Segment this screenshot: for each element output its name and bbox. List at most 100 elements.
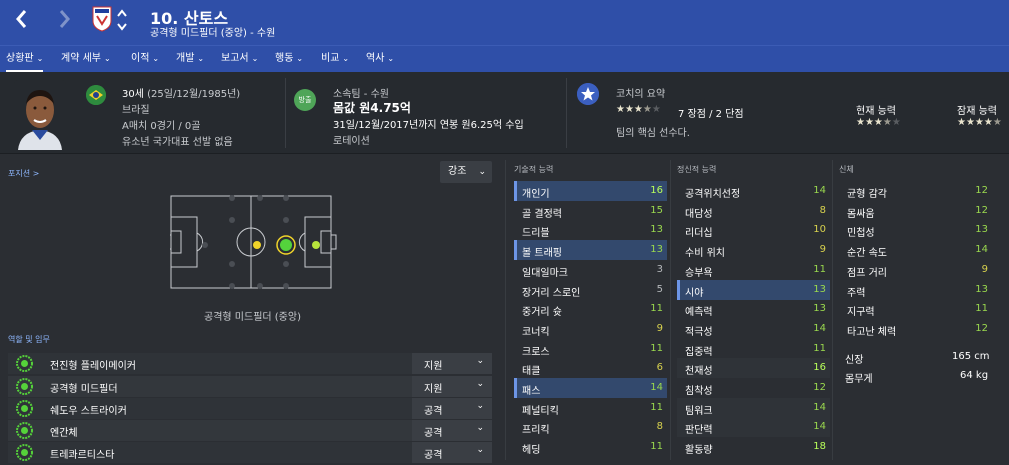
attribute-row[interactable]: 프리킥 8 — [514, 417, 667, 437]
attribute-name: 패스 — [522, 386, 541, 397]
position-section-link[interactable]: 포지션 > — [8, 168, 39, 179]
attribute-row[interactable]: 태클 6 — [514, 358, 667, 378]
attribute-name: 크로스 — [522, 346, 550, 358]
attribute-name: 일대일마크 — [522, 267, 568, 279]
attribute-name: 골 결정력 — [522, 208, 562, 220]
attribute-row[interactable]: 수비 위치 9 — [677, 240, 830, 260]
attribute-row[interactable]: 코너킥 9 — [514, 319, 667, 339]
coach-summary-text: 팀의 핵심 선수다. — [616, 128, 690, 139]
attribute-name: 활동량 — [685, 445, 713, 457]
role-row[interactable]: 전진형 플레이메이커 지원 ⌄ — [8, 353, 492, 374]
club-crest-icon[interactable] — [92, 6, 112, 32]
role-name: 엔간체 — [50, 428, 78, 439]
duty-value: 공격 — [424, 406, 443, 417]
attribute-value: 11 — [650, 342, 663, 354]
info-divider — [285, 78, 286, 148]
attribute-row[interactable]: 침착성 12 — [677, 378, 830, 398]
attribute-row[interactable]: 장거리 스로인 5 — [514, 280, 667, 300]
nationality: 브라질 — [122, 105, 150, 116]
attribute-row[interactable]: 중거리 슛 11 — [514, 299, 667, 319]
attribute-row[interactable]: 대담성 8 — [677, 201, 830, 221]
attribute-row[interactable]: 드리블 13 — [514, 220, 667, 240]
role-name: 쉐도우 스트라이커 — [50, 406, 127, 417]
role-row[interactable]: 쉐도우 스트라이커 공격 ⌄ — [8, 398, 492, 419]
tab-contract[interactable]: 계약 세부 ⌄ — [61, 46, 111, 73]
tab-label: 역사 — [366, 53, 385, 64]
attribute-value: 14 — [813, 322, 826, 334]
attribute-row[interactable]: 리더십 10 — [677, 220, 830, 240]
role-suitability-icon — [16, 422, 33, 439]
attribute-row[interactable]: 집중력 11 — [677, 339, 830, 359]
attribute-row[interactable]: 순간 속도 14 — [839, 240, 992, 260]
duty-dropdown[interactable]: 공격 ⌄ — [412, 420, 492, 441]
transfer-status-badge: 방출 — [294, 89, 316, 111]
attribute-row[interactable]: 주력 13 — [839, 280, 992, 300]
attribute-row[interactable]: 균형 감각 12 — [839, 181, 992, 201]
attribute-row[interactable]: 승부욕 11 — [677, 260, 830, 280]
highlight-dropdown[interactable]: 강조 ⌄ — [440, 161, 492, 183]
current-ability-label: 현재 능력 — [856, 106, 896, 117]
attribute-name: 공격위치선정 — [685, 189, 741, 200]
attribute-row[interactable]: 활동량 18 — [677, 437, 830, 457]
attribute-value: 14 — [813, 401, 826, 413]
attribute-value: 16 — [813, 362, 826, 374]
tab-compare[interactable]: 비교 ⌄ — [321, 46, 349, 73]
role-row[interactable]: 엔간체 공격 ⌄ — [8, 420, 492, 441]
forward-chevron-icon[interactable] — [58, 8, 78, 34]
attribute-row[interactable]: 볼 트래핑 13 — [514, 240, 667, 261]
duty-dropdown[interactable]: 공격 ⌄ — [412, 398, 492, 419]
attribute-row[interactable]: 몸싸움 12 — [839, 201, 992, 221]
youth-caps: 유소년 국가대표 선발 없음 — [122, 137, 233, 148]
attribute-value: 13 — [975, 224, 988, 236]
attribute-row[interactable]: 지구력 11 — [839, 299, 992, 319]
tab-actions[interactable]: 행동 ⌄ — [275, 46, 303, 73]
attribute-row[interactable]: 골 결정력 15 — [514, 201, 667, 221]
attribute-row[interactable]: 천재성 16 — [677, 358, 830, 379]
attribute-row[interactable]: 시야 13 — [677, 279, 830, 300]
tab-label: 행동 — [275, 53, 294, 64]
highlight-marker — [514, 240, 517, 261]
international-caps: A매치 0경기 / 0골 — [122, 121, 201, 132]
tab-label: 보고서 — [221, 53, 249, 64]
attribute-row[interactable]: 예측력 13 — [677, 299, 830, 319]
tab-reports[interactable]: 보고서 ⌄ — [221, 46, 258, 73]
attribute-name: 대담성 — [685, 208, 713, 220]
attribute-row[interactable]: 패스 14 — [514, 378, 667, 398]
attribute-name: 적극성 — [685, 326, 713, 338]
tab-development[interactable]: 개발 ⌄ — [176, 46, 204, 73]
duty-dropdown[interactable]: 지원 ⌄ — [412, 376, 492, 397]
attribute-row[interactable]: 일대일마크 3 — [514, 260, 667, 280]
attribute-row[interactable]: 크로스 11 — [514, 339, 667, 359]
technical-title: 기술적 능력 — [514, 165, 554, 174]
attribute-row[interactable]: 헤딩 11 — [514, 437, 667, 457]
role-row[interactable]: 공격형 미드필더 지원 ⌄ — [8, 376, 492, 397]
role-suitability-icon — [16, 400, 33, 417]
role-row[interactable]: 트레콰르티스타 공격 ⌄ — [8, 442, 492, 463]
attribute-row[interactable]: 공격위치선정 14 — [677, 181, 830, 201]
attribute-row[interactable]: 판단력 14 — [677, 417, 830, 438]
tab-transfer[interactable]: 이적 ⌄ — [131, 46, 159, 73]
tab-overview[interactable]: 상황판 ⌄ — [6, 46, 44, 73]
back-chevron-icon[interactable] — [14, 8, 34, 34]
attribute-row[interactable]: 민첩성 13 — [839, 220, 992, 240]
role-name: 트레콰르티스타 — [50, 450, 115, 461]
attribute-row[interactable]: 적극성 14 — [677, 319, 830, 339]
attribute-row[interactable]: 점프 거리 9 — [839, 260, 992, 280]
player-age: 30세 (25일/12월/1985년) — [122, 85, 240, 100]
duty-dropdown[interactable]: 지원 ⌄ — [412, 353, 492, 374]
role-name: 공격형 미드필더 — [50, 384, 118, 395]
coach-stars: ★★★★★ — [616, 104, 661, 115]
duty-dropdown[interactable]: 공격 ⌄ — [412, 442, 492, 463]
attribute-value: 12 — [975, 204, 988, 216]
attribute-row[interactable]: 팀워크 14 — [677, 397, 830, 418]
roles-section-label: 역할 및 임무 — [8, 335, 50, 344]
attribute-row[interactable]: 페널티킥 11 — [514, 398, 667, 418]
attribute-row[interactable]: 타고난 체력 12 — [839, 319, 992, 339]
club-switch-arrows-icon[interactable] — [116, 7, 128, 35]
mental-title: 정신적 능력 — [677, 165, 717, 174]
chevron-down-icon: ⌄ — [478, 167, 486, 177]
attribute-row[interactable]: 개인기 16 — [514, 181, 667, 201]
tab-history[interactable]: 역사 ⌄ — [366, 46, 394, 73]
attribute-name: 리더십 — [685, 228, 713, 240]
player-subtitle: 공격형 미드필더 (중앙) - 수원 — [150, 28, 276, 39]
